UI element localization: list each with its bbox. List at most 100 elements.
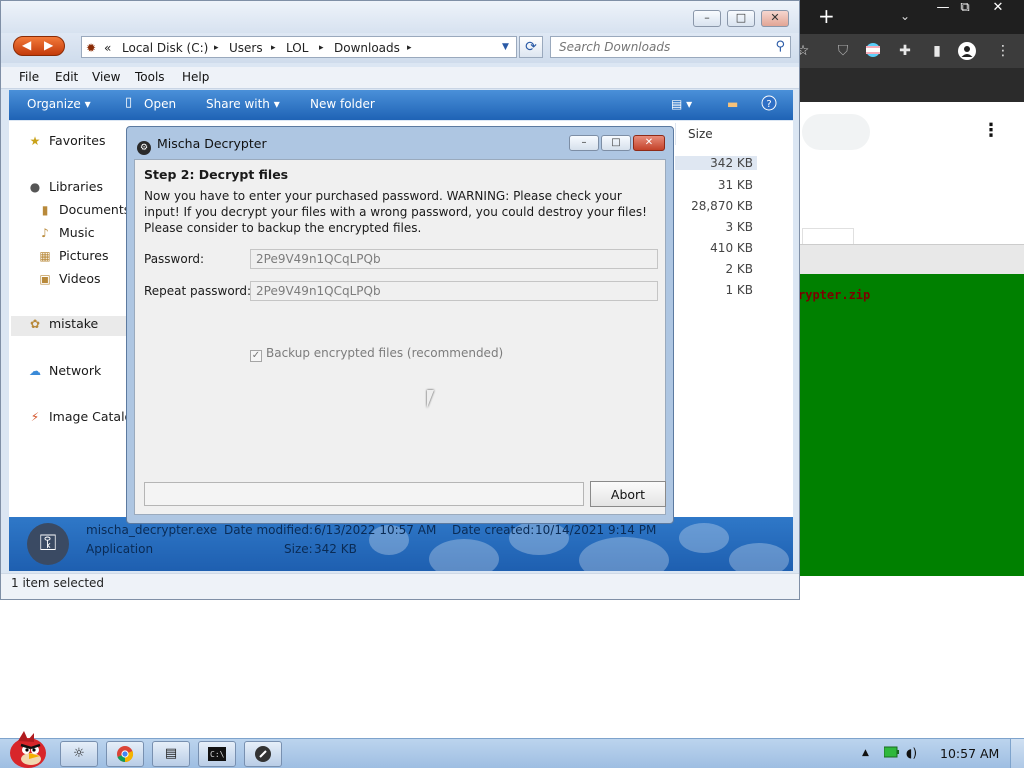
nav-music[interactable]: ♪ Music <box>37 225 95 245</box>
file-size-cell[interactable]: 2 KB <box>675 262 757 276</box>
taskbar-clock[interactable]: 10:57 AM <box>940 746 999 761</box>
nav-favorites[interactable]: ★ Favorites <box>27 133 106 153</box>
explorer-close-button[interactable]: ✕ <box>761 10 789 27</box>
star-icon: ★ <box>29 134 41 148</box>
breadcrumb-users[interactable]: Users <box>229 41 263 55</box>
search-icon[interactable]: ⚲ <box>775 39 785 54</box>
nav-pictures[interactable]: ▦ Pictures <box>37 248 108 268</box>
navigation-pane: ★ Favorites ● Libraries ▮ Documents ♪ Music … <box>9 121 129 517</box>
view-options-icon[interactable]: ▤ ▾ <box>671 97 692 111</box>
tray-battery-icon[interactable] <box>883 746 900 761</box>
preview-pane-icon[interactable]: ▬ <box>727 97 738 111</box>
breadcrumb-prefix[interactable]: « <box>104 41 111 55</box>
details-type: Application <box>86 542 154 556</box>
abort-button[interactable]: Abort <box>590 481 666 507</box>
ublock-extension-icon[interactable]: ⛉ <box>834 42 852 60</box>
help-icon[interactable]: ? <box>761 95 777 114</box>
dialog-title[interactable]: ⚙ Mischa Decrypter <box>137 136 267 155</box>
tray-volume-icon[interactable]: ◖) <box>906 746 917 760</box>
chrome-restore-button[interactable]: ⧉ <box>950 0 980 18</box>
file-size-cell[interactable]: 3 KB <box>675 220 757 234</box>
dialog-minimize-button[interactable]: – <box>569 135 599 151</box>
repeat-password-field[interactable] <box>250 281 658 301</box>
explorer-maximize-button[interactable]: □ <box>727 10 755 27</box>
tab-search-button[interactable]: ⌄ <box>900 9 910 23</box>
organize-button[interactable]: Organize ▾ <box>27 97 91 111</box>
menu-tools[interactable]: Tools <box>135 70 165 84</box>
chrome-toolbar: ☆ ⛉ ✚ ▮ ⋮ <box>790 34 1024 68</box>
nav-documents[interactable]: ▮ Documents <box>37 202 129 222</box>
forward-arrow-icon[interactable]: ▶ <box>44 38 53 52</box>
taskbar-cmd-icon[interactable]: C:\ <box>198 741 236 767</box>
dialog-close-button[interactable]: ✕ <box>633 135 665 151</box>
search-input[interactable] <box>559 39 764 55</box>
checkbox-check-icon[interactable]: ✓ <box>250 350 262 362</box>
menu-help[interactable]: Help <box>182 70 209 84</box>
nav-network-label: Network <box>49 363 102 378</box>
breadcrumb-lol[interactable]: LOL <box>286 41 308 55</box>
nav-image-catalog[interactable]: ⚡ Image Catalo <box>27 409 129 429</box>
nav-libraries-label: Libraries <box>49 179 103 194</box>
flag-extension-icon[interactable] <box>864 42 882 60</box>
nav-videos[interactable]: ▣ Videos <box>37 271 100 291</box>
dialog-maximize-button[interactable]: □ <box>601 135 631 151</box>
extensions-puzzle-icon[interactable]: ✚ <box>896 42 914 60</box>
page-divider <box>802 228 854 244</box>
taskbar-explorer-icon[interactable]: ☼ <box>60 741 98 767</box>
breadcrumb-separator[interactable]: ▸ <box>407 43 412 53</box>
explorer-titlebar[interactable]: – □ ✕ <box>1 1 799 33</box>
show-desktop-button[interactable] <box>1010 739 1024 768</box>
open-app-icon[interactable]: ▯ <box>125 95 132 110</box>
explorer-minimize-button[interactable]: – <box>693 10 721 27</box>
address-dropdown-icon[interactable]: ▼ <box>502 42 509 52</box>
taskbar-chrome-icon[interactable] <box>106 741 144 767</box>
chrome-close-button[interactable]: ✕ <box>983 0 1013 18</box>
decor-bubble <box>579 537 669 571</box>
nav-network[interactable]: ☁ Network <box>27 363 101 383</box>
menu-file[interactable]: File <box>19 70 39 84</box>
back-arrow-icon[interactable]: ◀ <box>22 38 31 52</box>
file-size-cell[interactable]: 410 KB <box>675 241 757 255</box>
refresh-icon[interactable]: ⟳ <box>519 36 543 58</box>
file-size-cell[interactable]: 28,870 KB <box>675 199 757 213</box>
file-size-cell[interactable]: 1 KB <box>675 283 757 297</box>
file-size-cell[interactable]: 342 KB <box>675 156 757 170</box>
side-panel-icon[interactable]: ▮ <box>928 42 946 60</box>
status-bar: 1 item selected <box>1 573 799 599</box>
nav-music-label: Music <box>59 225 95 240</box>
start-button[interactable] <box>4 729 48 768</box>
breadcrumb-separator[interactable]: ▸ <box>271 43 276 53</box>
search-box[interactable]: ⚲ <box>550 36 791 58</box>
new-folder-button[interactable]: New folder <box>310 97 375 111</box>
back-forward-buttons[interactable]: ◀ ▶ <box>13 36 65 56</box>
breadcrumb-local-disk[interactable]: Local Disk (C:) <box>122 41 208 55</box>
backup-checkbox-label: Backup encrypted files (recommended) <box>266 346 504 360</box>
share-with-button[interactable]: Share with ▾ <box>206 97 280 111</box>
page-menu-icon[interactable]: ⋮ <box>982 120 1000 141</box>
details-created-label: Date created: <box>452 523 535 537</box>
tray-expand-icon[interactable]: ▲ <box>862 748 869 758</box>
backup-checkbox[interactable]: ✓ Backup encrypted files (recommended) <box>250 346 503 362</box>
open-button[interactable]: Open <box>144 97 176 111</box>
taskbar-decrypter-icon[interactable] <box>244 741 282 767</box>
menu-view[interactable]: View <box>92 70 120 84</box>
menu-bar: File Edit View Tools Help <box>1 67 799 89</box>
password-field[interactable] <box>250 249 658 269</box>
file-size-cell[interactable]: 31 KB <box>675 178 757 192</box>
menu-edit[interactable]: Edit <box>55 70 78 84</box>
breadcrumb-separator[interactable]: ▸ <box>214 43 219 53</box>
decor-bubble <box>679 523 729 553</box>
chrome-tab-bar: + ⌄ — ⧉ ✕ <box>790 0 1024 34</box>
profile-avatar-icon[interactable] <box>958 42 976 60</box>
taskbar-notepad-icon[interactable]: ▤ <box>152 741 190 767</box>
address-bar[interactable]: ✹ « Local Disk (C:) ▸ Users ▸ LOL ▸ Down… <box>81 36 517 58</box>
new-tab-button[interactable]: + <box>818 6 835 26</box>
column-header-size[interactable]: Size <box>675 123 761 145</box>
details-modified-value: 6/13/2022 10:57 AM <box>314 523 437 537</box>
breadcrumb-separator[interactable]: ▸ <box>319 43 324 53</box>
breadcrumb-downloads[interactable]: Downloads <box>334 41 400 55</box>
nav-mistake[interactable]: ✿ mistake <box>11 316 129 336</box>
page-search-pill[interactable] <box>802 114 870 150</box>
nav-libraries[interactable]: ● Libraries <box>27 179 103 199</box>
chrome-menu-icon[interactable]: ⋮ <box>994 42 1012 60</box>
